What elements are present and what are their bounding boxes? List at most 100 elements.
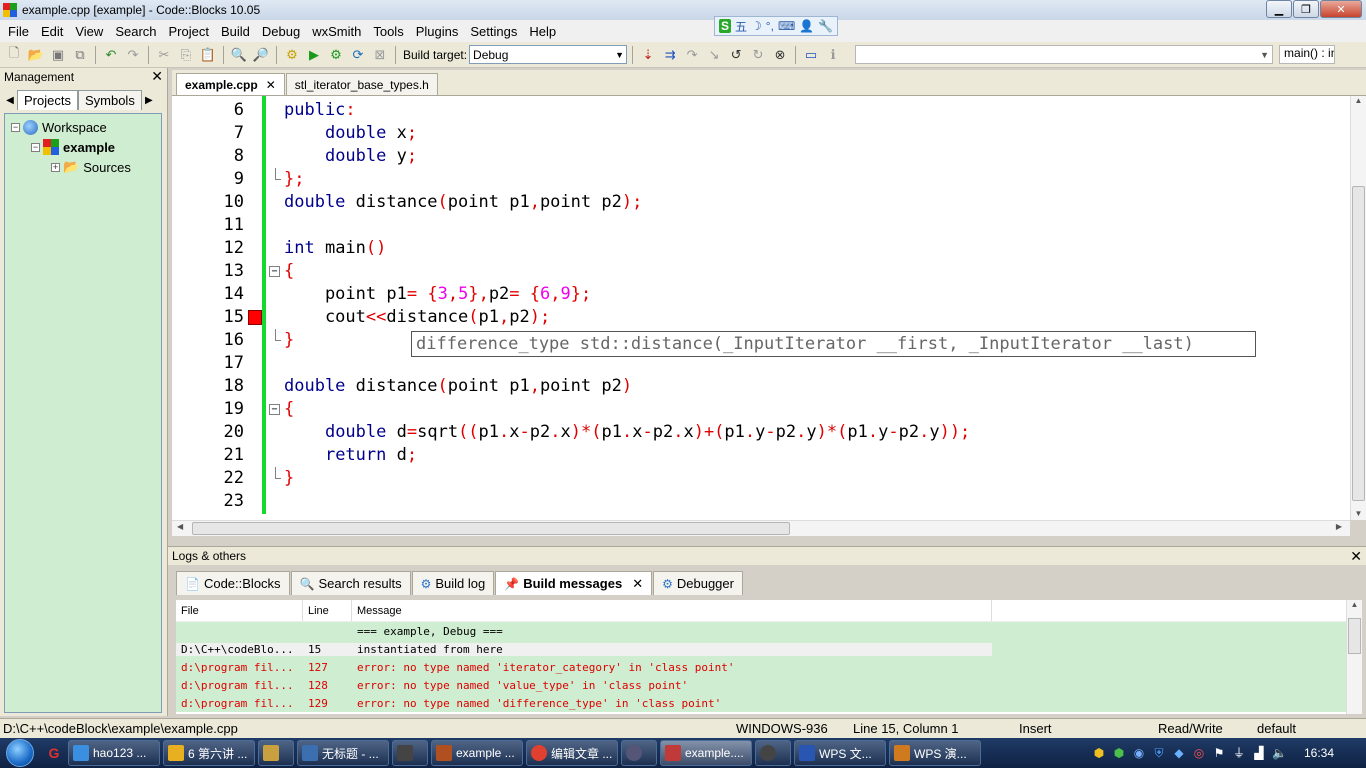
taskbar-item[interactable]: 编辑文章 ...: [526, 740, 618, 766]
editor-vertical-scrollbar[interactable]: ▲ ▼: [1350, 96, 1366, 520]
ime-keyboard-icon[interactable]: ⌨: [778, 19, 795, 33]
close-icon[interactable]: ✕: [151, 68, 163, 85]
menu-debug[interactable]: Debug: [256, 24, 306, 39]
table-row[interactable]: === example, Debug ===: [176, 622, 1362, 640]
table-row[interactable]: d:\program fil... 127 error: no type nam…: [176, 658, 1362, 676]
table-row[interactable]: D:\C++\codeBlo... 15 instantiated from h…: [176, 640, 1362, 658]
taskbar-item[interactable]: example ...: [431, 740, 523, 766]
taskbar-item[interactable]: 6 第六讲 ...: [163, 740, 255, 766]
close-tab-icon[interactable]: ✕: [632, 576, 643, 592]
ime-moon-icon[interactable]: ☽: [751, 19, 762, 33]
replace-icon[interactable]: 🔎: [251, 45, 271, 65]
tab-example-cpp[interactable]: example.cpp ✕: [176, 73, 285, 95]
volume-icon[interactable]: 🔈: [1272, 746, 1287, 760]
scroll-down-icon[interactable]: ▼: [1351, 509, 1366, 518]
save-all-icon[interactable]: ⧉: [70, 45, 90, 65]
ime-settings-icon[interactable]: 🔧: [818, 19, 833, 33]
menu-project[interactable]: Project: [163, 24, 215, 39]
ime-mode-icon[interactable]: 五: [735, 18, 747, 35]
scroll-up-icon[interactable]: ▲: [1351, 96, 1366, 105]
taskbar-item[interactable]: [621, 740, 657, 766]
close-tab-icon[interactable]: ✕: [266, 78, 276, 92]
collapse-icon[interactable]: −: [31, 142, 40, 152]
maximize-button[interactable]: ❐: [1293, 0, 1319, 18]
signal-icon[interactable]: ▟: [1252, 746, 1266, 760]
minimize-button[interactable]: ▁: [1266, 0, 1292, 18]
debug-start-icon[interactable]: ⇣: [638, 45, 658, 65]
rebuild-icon[interactable]: ⟳: [348, 45, 368, 65]
copy-icon[interactable]: ⎘: [176, 45, 196, 65]
tab-build-log[interactable]: ⚙ Build log: [411, 571, 495, 595]
debug-run-to-cursor-icon[interactable]: ⇉: [660, 45, 680, 65]
menu-wxsmith[interactable]: wxSmith: [306, 24, 367, 39]
cut-icon[interactable]: ✂: [154, 45, 174, 65]
menu-settings[interactable]: Settings: [464, 24, 523, 39]
ime-user-icon[interactable]: 👤: [799, 19, 814, 33]
menu-view[interactable]: View: [69, 24, 109, 39]
new-file-icon[interactable]: 🗋: [4, 45, 24, 65]
quicklaunch-browser-icon[interactable]: G: [40, 740, 68, 766]
close-window-button[interactable]: ✕: [1320, 0, 1362, 18]
redo-icon[interactable]: ↷: [123, 45, 143, 65]
antivirus-icon[interactable]: ◆: [1172, 746, 1186, 760]
scroll-left-icon[interactable]: ◀: [177, 522, 183, 531]
tab-scroll-right-icon[interactable]: ▶: [142, 95, 156, 106]
fold-collapse-icon[interactable]: −: [269, 404, 280, 415]
undo-icon[interactable]: ↶: [101, 45, 121, 65]
build-and-run-icon[interactable]: ⚙: [326, 45, 346, 65]
tree-item-example[interactable]: − example: [5, 137, 161, 157]
debug-next-line-icon[interactable]: ↷: [682, 45, 702, 65]
expand-icon[interactable]: +: [51, 162, 60, 172]
taskbar-item[interactable]: 无标题 - ...: [297, 740, 389, 766]
menu-build[interactable]: Build: [215, 24, 256, 39]
column-header-line[interactable]: Line: [303, 600, 352, 621]
clock[interactable]: 16:34: [1304, 746, 1334, 760]
start-button[interactable]: [0, 738, 40, 768]
column-header-file[interactable]: File: [176, 600, 303, 621]
shield-icon[interactable]: ⬢: [1092, 746, 1106, 760]
ime-logo-icon[interactable]: S: [719, 19, 732, 33]
tab-scroll-left-icon[interactable]: ◀: [3, 95, 17, 106]
usb-icon[interactable]: ⏚: [1232, 746, 1246, 760]
debug-next-instruction-icon[interactable]: ↻: [748, 45, 768, 65]
function-select[interactable]: main() : in: [1279, 45, 1336, 64]
ime-punct-icon[interactable]: °,: [766, 19, 774, 33]
code-completion-scope-box[interactable]: ▼: [855, 45, 1274, 64]
close-icon[interactable]: ✕: [1350, 548, 1362, 565]
shield-check-icon[interactable]: ⛨: [1152, 746, 1166, 760]
tab-stl-iterator-base-types[interactable]: stl_iterator_base_types.h: [285, 73, 438, 95]
app-red-icon[interactable]: ◎: [1192, 746, 1206, 760]
scroll-thumb[interactable]: [1352, 186, 1365, 501]
taskbar-item[interactable]: WPS 文...: [794, 740, 886, 766]
tab-debugger[interactable]: ⚙ Debugger: [653, 571, 743, 595]
fold-collapse-icon[interactable]: −: [269, 266, 280, 277]
tree-item-sources[interactable]: + 📂 Sources: [5, 157, 161, 177]
tab-search-results[interactable]: 🔍 Search results: [290, 571, 411, 595]
taskbar-item[interactable]: [392, 740, 428, 766]
menu-help[interactable]: Help: [523, 24, 562, 39]
tab-build-messages[interactable]: 📌 Build messages ✕: [495, 571, 653, 595]
run-icon[interactable]: ▶: [304, 45, 324, 65]
menu-tools[interactable]: Tools: [367, 24, 409, 39]
table-row[interactable]: d:\program fil... 129 error: no type nam…: [176, 694, 1362, 712]
tab-symbols[interactable]: Symbols: [77, 90, 142, 110]
debug-step-out-icon[interactable]: ↺: [726, 45, 746, 65]
security-icon[interactable]: ⬢: [1112, 746, 1126, 760]
debug-stop-icon[interactable]: ⊗: [770, 45, 790, 65]
scroll-thumb[interactable]: [192, 522, 790, 535]
menu-edit[interactable]: Edit: [35, 24, 69, 39]
logs-vertical-scrollbar[interactable]: ▲: [1346, 600, 1362, 714]
editor-horizontal-scrollbar[interactable]: ◀ ▶: [172, 520, 1350, 536]
taskbar-item[interactable]: example....: [660, 740, 752, 766]
taskbar-item[interactable]: [755, 740, 791, 766]
menu-file[interactable]: File: [2, 24, 35, 39]
code-editor[interactable]: 6 public: 7 double x; 8 double y; 9}; 10 d…: [172, 96, 1366, 520]
column-header-message[interactable]: Message: [352, 600, 992, 621]
scroll-right-icon[interactable]: ▶: [1336, 522, 1342, 531]
taskbar-item[interactable]: hao123 ...: [68, 740, 160, 766]
taskbar-item[interactable]: WPS 演...: [889, 740, 981, 766]
flag-icon[interactable]: ⚑: [1212, 746, 1226, 760]
scroll-thumb[interactable]: [1348, 618, 1361, 654]
tab-projects[interactable]: Projects: [17, 90, 78, 110]
scroll-up-icon[interactable]: ▲: [1347, 600, 1362, 609]
